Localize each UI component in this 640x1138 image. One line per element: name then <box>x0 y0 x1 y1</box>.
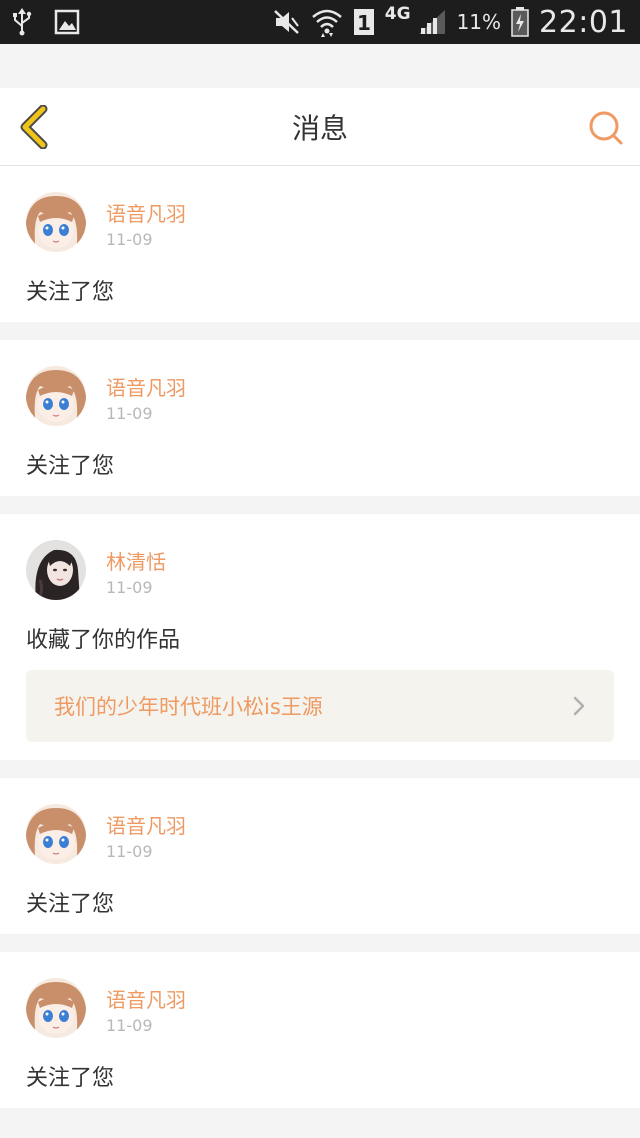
clock: 22:01 <box>539 4 628 40</box>
notification-card[interactable]: 语音凡羽 11-09 关注了您 <box>0 952 640 1108</box>
notification-text: 关注了您 <box>26 1066 115 1091</box>
timestamp: 11-09 <box>106 578 153 597</box>
work-link[interactable]: 我们的少年时代班小松is王源 <box>26 670 614 742</box>
battery-icon <box>511 7 529 37</box>
avatar[interactable] <box>26 192 86 252</box>
signal-icon <box>417 8 447 36</box>
username[interactable]: 语音凡羽 <box>106 198 186 227</box>
app-header: 消息 <box>0 88 640 166</box>
status-bar: 1 4G 11% 22:01 <box>0 0 640 44</box>
mute-icon <box>273 9 301 35</box>
notification-card[interactable]: 林清恬 11-09 收藏了你的作品 我们的少年时代班小松is王源 <box>0 514 640 760</box>
notification-text: 收藏了你的作品 <box>26 628 181 653</box>
avatar[interactable] <box>26 540 86 600</box>
notification-card[interactable]: 语音凡羽 11-09 关注了您 <box>0 166 640 322</box>
avatar[interactable] <box>26 804 86 864</box>
sim-slot-label: 1 <box>357 11 371 35</box>
battery-percent: 11% <box>456 10 502 34</box>
timestamp: 11-09 <box>106 1016 153 1035</box>
sim-icon: 1 <box>353 8 375 36</box>
username[interactable]: 语音凡羽 <box>106 372 186 401</box>
page-title: 消息 <box>291 112 348 145</box>
timestamp: 11-09 <box>106 404 153 423</box>
search-icon <box>589 111 623 145</box>
notification-text: 关注了您 <box>26 454 115 479</box>
wifi-icon <box>311 7 343 37</box>
chevron-right-icon <box>572 695 586 717</box>
avatar[interactable] <box>26 978 86 1038</box>
notification-card[interactable]: 语音凡羽 11-09 关注了您 <box>0 778 640 934</box>
usb-icon <box>12 8 32 36</box>
timestamp: 11-09 <box>106 230 153 249</box>
search-button[interactable] <box>586 108 626 148</box>
username[interactable]: 林清恬 <box>106 546 166 575</box>
username[interactable]: 语音凡羽 <box>106 810 186 839</box>
notification-card[interactable]: 语音凡羽 11-09 关注了您 <box>0 340 640 496</box>
username[interactable]: 语音凡羽 <box>106 984 186 1013</box>
avatar[interactable] <box>26 366 86 426</box>
notification-text: 关注了您 <box>26 892 115 917</box>
work-title: 我们的少年时代班小松is王源 <box>54 695 323 719</box>
timestamp: 11-09 <box>106 842 153 861</box>
notification-text: 关注了您 <box>26 280 115 305</box>
image-icon <box>54 9 80 35</box>
network-type: 4G <box>384 4 411 24</box>
